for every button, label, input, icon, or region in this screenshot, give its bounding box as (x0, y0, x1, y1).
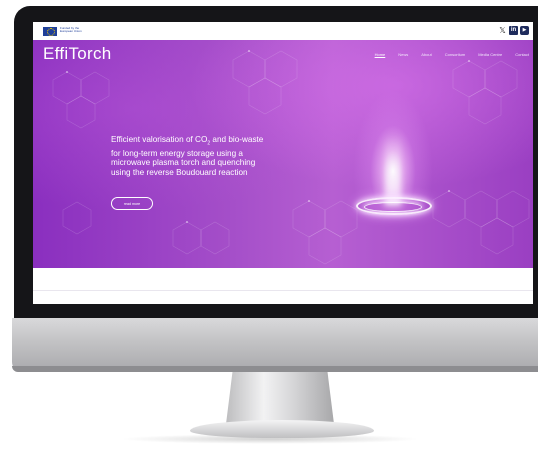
content-divider (33, 290, 533, 291)
page-content-area (33, 268, 533, 304)
linkedin-icon[interactable]: in (509, 26, 518, 35)
read-more-button[interactable]: read more (111, 197, 153, 210)
nav-item-contact[interactable]: Contact (515, 52, 529, 57)
hero-banner: EffiTorch Home News About Consortium Med… (33, 40, 533, 268)
monitor-stand-base (190, 420, 374, 438)
monitor-chin (12, 318, 538, 372)
nav-item-about[interactable]: About (421, 52, 431, 57)
hero-headline: Efficient valorisation of CO2 and bio-wa… (111, 135, 271, 177)
website-screen: Funded by the European Union 𝕏 in ▶ Effi… (33, 22, 533, 304)
top-bar: Funded by the European Union 𝕏 in ▶ (33, 22, 533, 40)
funding-text: Funded by the European Union (60, 26, 82, 34)
nav-item-consortium[interactable]: Consortium (445, 52, 465, 57)
site-logo[interactable]: EffiTorch (43, 44, 112, 64)
main-nav: Home News About Consortium Media Centre … (362, 52, 529, 57)
nav-item-home[interactable]: Home (375, 52, 386, 57)
eu-flag-icon (43, 27, 57, 36)
hexagon-pattern (52, 50, 530, 265)
plasma-ring-inner (364, 202, 422, 212)
monitor-stand-neck (226, 372, 334, 424)
headline-text-start: Efficient valorisation of CO (111, 135, 208, 144)
plasma-torch-beam (385, 135, 401, 205)
nav-item-media-centre[interactable]: Media Centre (478, 52, 502, 57)
monitor-chin-edge (12, 366, 538, 372)
youtube-icon[interactable]: ▶ (520, 26, 529, 35)
x-icon[interactable]: 𝕏 (498, 26, 507, 35)
nav-item-news[interactable]: News (398, 52, 408, 57)
